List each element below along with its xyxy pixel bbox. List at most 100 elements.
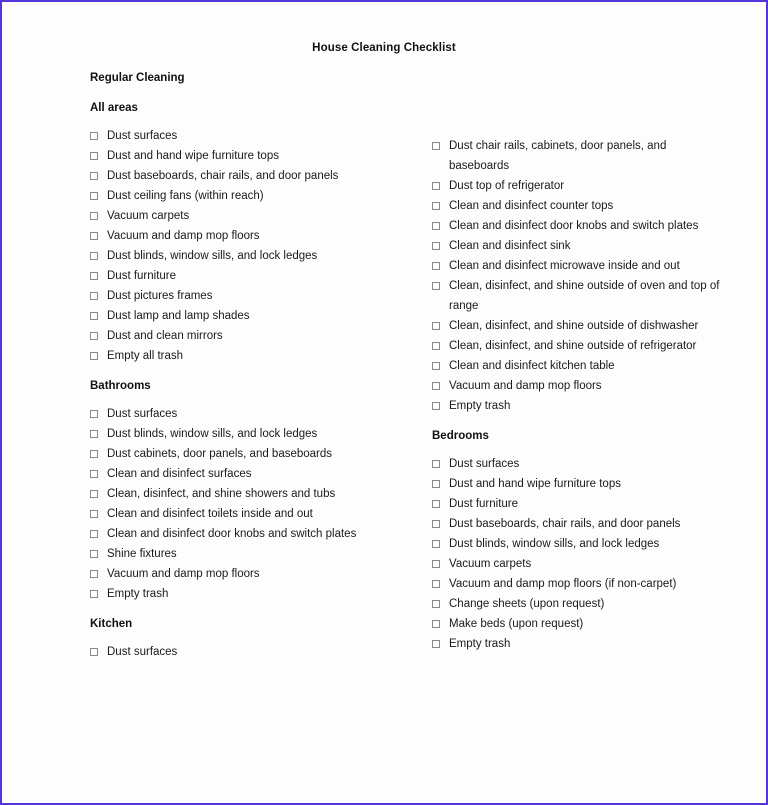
list-item[interactable]: Clean and disinfect microwave inside and… [432,256,722,276]
list-item[interactable]: Clean, disinfect, and shine showers and … [90,484,420,504]
list-item[interactable]: Vacuum and damp mop floors (if non-carpe… [432,574,722,594]
list-item[interactable]: Dust furniture [90,266,420,286]
checkbox-icon[interactable] [90,510,98,518]
list-item[interactable]: Dust and hand wipe furniture tops [432,474,722,494]
list-item[interactable]: Dust blinds, window sills, and lock ledg… [432,534,722,554]
list-item[interactable]: Make beds (upon request) [432,614,722,634]
list-item[interactable]: Vacuum and damp mop floors [432,376,722,396]
checkbox-icon[interactable] [432,460,440,468]
list-item[interactable]: Clean, disinfect, and shine outside of o… [432,276,722,316]
checkbox-icon[interactable] [432,182,440,190]
list-item-label: Empty trash [449,400,511,412]
checkbox-icon[interactable] [432,600,440,608]
list-item[interactable]: Clean, disinfect, and shine outside of r… [432,336,722,356]
list-item[interactable]: Empty trash [432,396,722,416]
checkbox-icon[interactable] [90,352,98,360]
checkbox-icon[interactable] [90,590,98,598]
checkbox-icon[interactable] [432,540,440,548]
checkbox-icon[interactable] [90,272,98,280]
checkbox-icon[interactable] [90,550,98,558]
list-item[interactable]: Dust and clean mirrors [90,326,420,346]
checkbox-icon[interactable] [90,312,98,320]
checkbox-icon[interactable] [90,212,98,220]
list-item[interactable]: Vacuum and damp mop floors [90,564,420,584]
checkbox-icon[interactable] [90,252,98,260]
section-heading-all-areas: All areas [90,102,138,114]
list-item[interactable]: Dust and hand wipe furniture tops [90,146,420,166]
list-item-label: Clean and disinfect door knobs and switc… [107,528,357,540]
checkbox-icon[interactable] [432,402,440,410]
list-item[interactable]: Dust surfaces [432,454,722,474]
checkbox-icon[interactable] [432,262,440,270]
checkbox-icon[interactable] [432,500,440,508]
list-item[interactable]: Clean and disinfect sink [432,236,722,256]
checkbox-icon[interactable] [432,480,440,488]
checkbox-icon[interactable] [432,222,440,230]
checkbox-icon[interactable] [90,292,98,300]
list-item[interactable]: Shine fixtures [90,544,420,564]
list-item-label: Dust surfaces [107,408,178,420]
checkbox-icon[interactable] [90,450,98,458]
checkbox-icon[interactable] [90,152,98,160]
list-item[interactable]: Dust pictures frames [90,286,420,306]
checkbox-icon[interactable] [90,470,98,478]
list-item[interactable]: Dust top of refrigerator [432,176,722,196]
list-item[interactable]: Dust blinds, window sills, and lock ledg… [90,246,420,266]
checkbox-icon[interactable] [432,520,440,528]
list-item[interactable]: Clean and disinfect door knobs and switc… [90,524,420,544]
checkbox-icon[interactable] [90,648,98,656]
checkbox-icon[interactable] [90,232,98,240]
list-item[interactable]: Dust cabinets, door panels, and baseboar… [90,444,420,464]
list-item[interactable]: Dust baseboards, chair rails, and door p… [432,514,722,534]
list-item[interactable]: Dust baseboards, chair rails, and door p… [90,166,420,186]
checkbox-icon[interactable] [90,530,98,538]
checkbox-icon[interactable] [432,362,440,370]
list-item[interactable]: Clean, disinfect, and shine outside of d… [432,316,722,336]
list-item[interactable]: Dust furniture [432,494,722,514]
list-item[interactable]: Vacuum carpets [432,554,722,574]
checkbox-icon[interactable] [90,490,98,498]
checkbox-icon[interactable] [90,332,98,340]
list-item[interactable]: Clean and disinfect counter tops [432,196,722,216]
checkbox-icon[interactable] [432,560,440,568]
checkbox-icon[interactable] [432,382,440,390]
checkbox-icon[interactable] [432,142,440,150]
list-item[interactable]: Dust blinds, window sills, and lock ledg… [90,424,420,444]
list-item[interactable]: Dust surfaces [90,642,420,662]
checkbox-icon[interactable] [90,192,98,200]
list-item-label: Vacuum carpets [107,210,190,222]
checklist-kitchen-right: Dust chair rails, cabinets, door panels,… [432,136,722,416]
list-item[interactable]: Clean and disinfect kitchen table [432,356,722,376]
checkbox-icon[interactable] [90,410,98,418]
list-item[interactable]: Dust lamp and lamp shades [90,306,420,326]
list-item[interactable]: Clean and disinfect toilets inside and o… [90,504,420,524]
list-item-label: Clean and disinfect kitchen table [449,360,615,372]
checkbox-icon[interactable] [432,282,440,290]
checkbox-icon[interactable] [90,430,98,438]
list-item[interactable]: Dust ceiling fans (within reach) [90,186,420,206]
list-item[interactable]: Empty trash [90,584,420,604]
list-item[interactable]: Vacuum and damp mop floors [90,226,420,246]
list-item[interactable]: Change sheets (upon request) [432,594,722,614]
list-item[interactable]: Empty all trash [90,346,420,366]
checkbox-icon[interactable] [90,570,98,578]
checkbox-icon[interactable] [432,342,440,350]
checkbox-icon[interactable] [432,322,440,330]
checkbox-icon[interactable] [90,132,98,140]
list-item-label: Dust furniture [107,270,177,282]
checkbox-icon[interactable] [432,202,440,210]
list-item[interactable]: Clean and disinfect surfaces [90,464,420,484]
list-item[interactable]: Dust chair rails, cabinets, door panels,… [432,136,722,176]
checkbox-icon[interactable] [90,172,98,180]
list-item[interactable]: Dust surfaces [90,126,420,146]
list-item-label: Clean and disinfect toilets inside and o… [107,508,313,520]
checkbox-icon[interactable] [432,620,440,628]
checkbox-icon[interactable] [432,242,440,250]
list-item[interactable]: Empty trash [432,634,722,654]
checkbox-icon[interactable] [432,640,440,648]
list-item[interactable]: Dust surfaces [90,404,420,424]
list-item[interactable]: Vacuum carpets [90,206,420,226]
list-item[interactable]: Clean and disinfect door knobs and switc… [432,216,722,236]
checkbox-icon[interactable] [432,580,440,588]
